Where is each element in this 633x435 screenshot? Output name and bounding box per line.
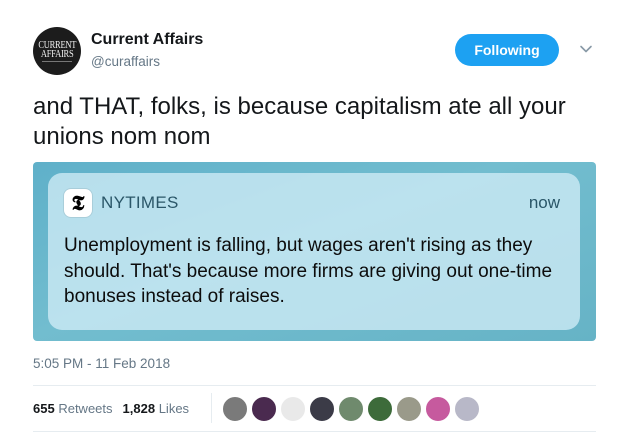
nyt-app-icon: 𝕿 xyxy=(64,189,92,217)
avatar-rule xyxy=(42,60,72,62)
retweets-count: 655 xyxy=(33,401,55,416)
avatar[interactable]: CURRENT AFFAIRS xyxy=(33,27,81,75)
liker-avatar[interactable] xyxy=(309,396,335,422)
liker-avatar[interactable] xyxy=(251,396,277,422)
chevron-down-icon[interactable] xyxy=(579,42,593,56)
following-button[interactable]: Following xyxy=(455,34,559,66)
stats-divider xyxy=(211,393,212,423)
liker-avatar[interactable] xyxy=(396,396,422,422)
account-name[interactable]: Current Affairs xyxy=(91,31,203,49)
tweet-text: and THAT, folks, is because capitalism a… xyxy=(33,93,566,150)
liker-avatar[interactable] xyxy=(222,396,248,422)
tweet-media-image[interactable]: 𝕿 NYTIMES now Unemployment is falling, b… xyxy=(33,162,596,341)
notification-time: now xyxy=(528,193,560,212)
divider xyxy=(33,385,596,386)
liker-avatar[interactable] xyxy=(425,396,451,422)
liker-avatar[interactable] xyxy=(280,396,306,422)
liker-avatar[interactable] xyxy=(367,396,393,422)
tweet-timestamp[interactable]: 5:05 PM - 11 Feb 2018 xyxy=(33,356,170,371)
likes-label: Likes xyxy=(158,401,190,416)
retweets-label: Retweets xyxy=(58,401,113,416)
tweet-stats: 655 Retweets 1,828 Likes xyxy=(33,401,189,416)
divider xyxy=(33,431,596,432)
notification-body: Unemployment is falling, but wages aren'… xyxy=(64,235,553,307)
liker-avatar[interactable] xyxy=(338,396,364,422)
notification-card: 𝕿 NYTIMES now Unemployment is falling, b… xyxy=(48,173,580,330)
likes-count: 1,828 xyxy=(122,401,156,416)
account-handle[interactable]: @curaffairs xyxy=(91,54,160,69)
avatar-line2: AFFAIRS xyxy=(40,48,74,60)
liker-avatar[interactable] xyxy=(454,396,480,422)
likes-stat[interactable]: 1,828 Likes xyxy=(123,401,190,416)
retweets-stat[interactable]: 655 Retweets xyxy=(33,401,113,416)
notification-app-name: NYTIMES xyxy=(101,193,179,212)
